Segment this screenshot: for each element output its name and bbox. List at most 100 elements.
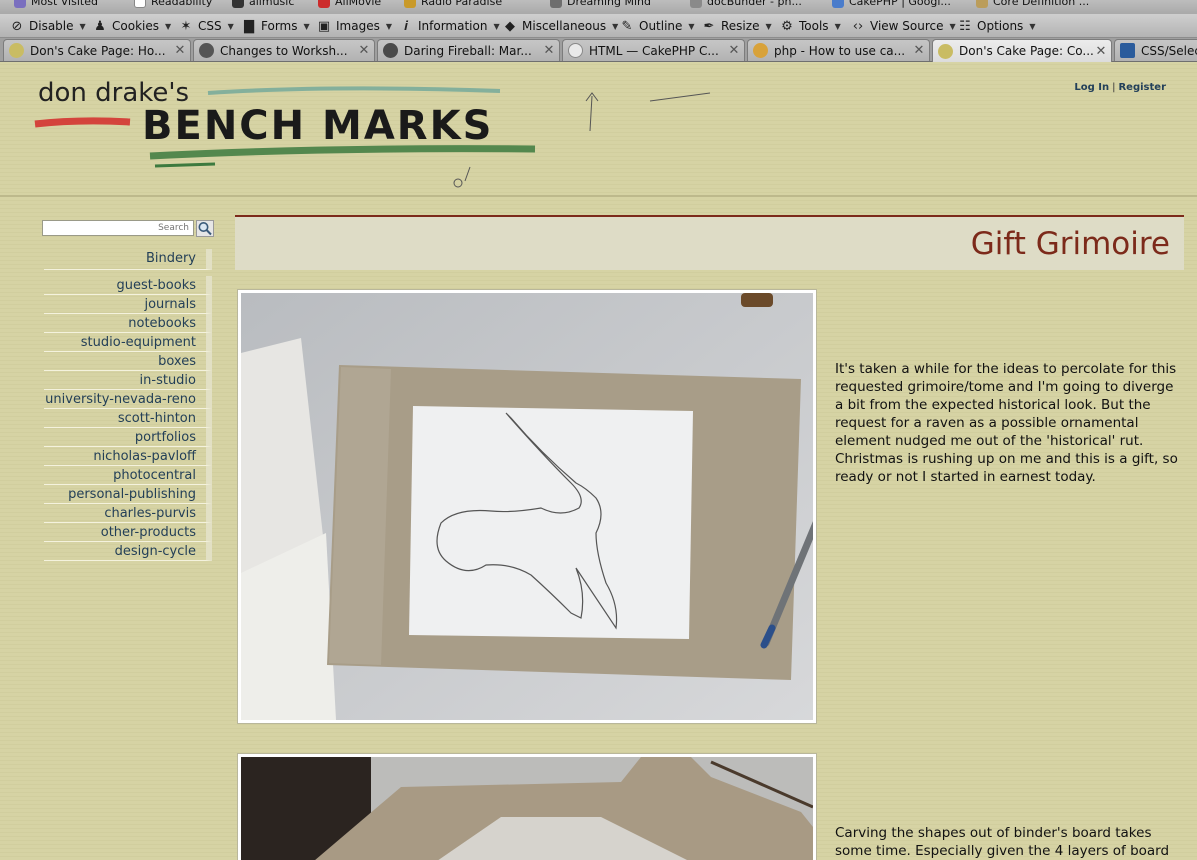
github-icon [199, 43, 214, 58]
forms-menu[interactable]: ▇ Forms ▼ [242, 18, 310, 34]
bookmark-icon [404, 0, 416, 8]
close-tab-icon[interactable]: ✕ [1093, 44, 1109, 59]
folder-icon [14, 0, 26, 8]
w3c-icon [1120, 43, 1135, 58]
page-title-bar: Gift Grimoire [235, 215, 1184, 270]
options-icon: ☷ [959, 18, 971, 34]
raven-template-photo[interactable] [237, 289, 817, 724]
tab-dons-cake-home[interactable]: Don's Cake Page: Ho... ✕ [3, 39, 191, 61]
form-icon: ▇ [244, 18, 254, 34]
dropdown-arrow-icon: ▼ [1029, 21, 1036, 31]
images-menu[interactable]: ▣ Images ▼ [317, 18, 392, 34]
dropdown-arrow-icon: ▼ [765, 21, 772, 31]
person-icon: ♟ [94, 18, 106, 34]
auth-separator: | [1112, 82, 1116, 93]
bookmark-radio-paradise[interactable]: Radio Paradise [404, 0, 502, 8]
bookmarks-toolbar: Most Visited Readability allmusic AllMov… [0, 0, 1197, 14]
sidebar-item-boxes[interactable]: boxes [44, 352, 212, 371]
info-icon: 𝒊 [404, 18, 408, 34]
disable-menu[interactable]: ⊘ Disable ▼ [10, 18, 86, 34]
sidebar-item-nicholas-pavloff[interactable]: nicholas-pavloff [44, 447, 212, 466]
tab-css-selectors[interactable]: CSS/Selec [1114, 39, 1197, 61]
miscellaneous-menu[interactable]: ◆ Miscellaneous ▼ [503, 18, 618, 34]
sidebar-item-scott-hinton[interactable]: scott-hinton [44, 409, 212, 428]
search-form [42, 220, 216, 237]
board-carving-photo[interactable] [237, 753, 817, 860]
sidebar-item-other-products[interactable]: other-products [44, 523, 212, 542]
board-carving-image [241, 757, 813, 860]
view-source-menu[interactable]: ‹› View Source ▼ [851, 18, 956, 34]
dropdown-arrow-icon: ▼ [493, 21, 500, 31]
sidebar-item-notebooks[interactable]: notebooks [44, 314, 212, 333]
bookmark-icon [976, 0, 988, 8]
sidebar-item-portfolios[interactable]: portfolios [44, 428, 212, 447]
bookmark-allmusic[interactable]: allmusic [232, 0, 294, 8]
tab-changes-to-workshop[interactable]: Changes to Worksh... ✕ [193, 39, 375, 61]
page-title: Gift Grimoire [970, 226, 1170, 262]
sidebar-item-personal-publishing[interactable]: personal-publishing [44, 485, 212, 504]
register-link[interactable]: Register [1118, 82, 1166, 93]
wand-icon: ✶ [180, 18, 192, 34]
pencil-icon: ✎ [621, 18, 633, 34]
search-button[interactable] [196, 220, 214, 237]
outline-menu[interactable]: ✎ Outline ▼ [620, 18, 695, 34]
image-icon: ▣ [317, 18, 331, 34]
site-header: don drake's BENCH MARKS Log In | Register [0, 63, 1197, 197]
dropdown-arrow-icon: ▼ [164, 21, 172, 31]
sidebar-heading-bindery[interactable]: Bindery [44, 249, 212, 270]
bookmark-dreaming-mind[interactable]: Dreaming Mind [550, 0, 651, 8]
sidebar-item-journals[interactable]: journals [44, 295, 212, 314]
sidebar-item-university-nevada-reno[interactable]: university-nevada-reno [44, 390, 212, 409]
favicon-icon [9, 43, 24, 58]
favicon-icon [938, 43, 953, 59]
tab-bar: Don's Cake Page: Ho... ✕ Changes to Works… [0, 38, 1197, 62]
logo-big-text: BENCH MARKS [142, 103, 493, 149]
bookmark-allmovie[interactable]: AllMovie [318, 0, 381, 8]
bookmark-readability[interactable]: Readability [134, 0, 212, 8]
login-link[interactable]: Log In [1074, 82, 1109, 93]
resize-menu[interactable]: ✒ Resize ▼ [702, 18, 772, 34]
dropdown-arrow-icon: ▼ [303, 21, 310, 31]
tab-html-cakephp[interactable]: HTML — CakePHP C... ✕ [562, 39, 745, 61]
bookmark-icon [550, 0, 562, 8]
raven-template-image [241, 293, 813, 720]
close-tab-icon[interactable]: ✕ [726, 43, 742, 58]
sidebar-item-in-studio[interactable]: in-studio [44, 371, 212, 390]
auth-links: Log In | Register [1074, 82, 1166, 93]
stackoverflow-icon [753, 43, 768, 58]
post-paragraph-2: Carving the shapes out of binder's board… [835, 825, 1170, 859]
sidebar-item-design-cycle[interactable]: design-cycle [44, 542, 212, 561]
search-input[interactable] [42, 220, 194, 236]
favicon-icon [568, 43, 583, 58]
resize-icon: ✒ [703, 18, 715, 34]
site-logo[interactable]: don drake's BENCH MARKS [30, 71, 730, 196]
bookmark-most-visited[interactable]: Most Visited [14, 0, 98, 8]
dropdown-arrow-icon: ▼ [949, 21, 956, 31]
close-tab-icon[interactable]: ✕ [356, 43, 372, 58]
close-tab-icon[interactable]: ✕ [911, 43, 927, 58]
cookies-menu[interactable]: ♟ Cookies ▼ [93, 18, 171, 34]
dropdown-arrow-icon: ▼ [688, 21, 695, 31]
sidebar-item-guest-books[interactable]: guest-books [44, 276, 212, 295]
close-tab-icon[interactable]: ✕ [172, 43, 188, 58]
bookmark-core-definition[interactable]: Core Definition ... [976, 0, 1089, 8]
sidebar-item-charles-purvis[interactable]: charles-purvis [44, 504, 212, 523]
close-tab-icon[interactable]: ✕ [541, 43, 557, 58]
tab-dons-cake-active[interactable]: Don's Cake Page: Co... ✕ [932, 39, 1112, 62]
post-paragraph-1: It's taken a while for the ideas to perc… [835, 361, 1178, 485]
web-page: don drake's BENCH MARKS Log In | Register … [0, 63, 1197, 860]
information-menu[interactable]: 𝒊 Information ▼ [399, 18, 500, 34]
google-icon [832, 0, 844, 8]
tools-menu[interactable]: ⚙ Tools ▼ [780, 18, 841, 34]
bookmark-docbunder[interactable]: docBunder - ph... [690, 0, 802, 8]
bookmark-cakephp-google[interactable]: CakePHP | Googl... [832, 0, 951, 8]
css-menu[interactable]: ✶ CSS ▼ [179, 18, 234, 34]
sidebar-item-photocentral[interactable]: photocentral [44, 466, 212, 485]
web-developer-toolbar: ⊘ Disable ▼ ♟ Cookies ▼ ✶ CSS ▼ ▇ Forms ▼ ▣ Image… [0, 14, 1197, 38]
options-menu[interactable]: ☷ Options ▼ [958, 18, 1035, 34]
dropdown-arrow-icon: ▼ [612, 21, 619, 31]
sidebar-item-studio-equipment[interactable]: studio-equipment [44, 333, 212, 352]
tab-php-how-to[interactable]: php - How to use ca... ✕ [747, 39, 930, 61]
dropdown-arrow-icon: ▼ [834, 21, 841, 31]
tab-daring-fireball[interactable]: Daring Fireball: Mar... ✕ [377, 39, 560, 61]
